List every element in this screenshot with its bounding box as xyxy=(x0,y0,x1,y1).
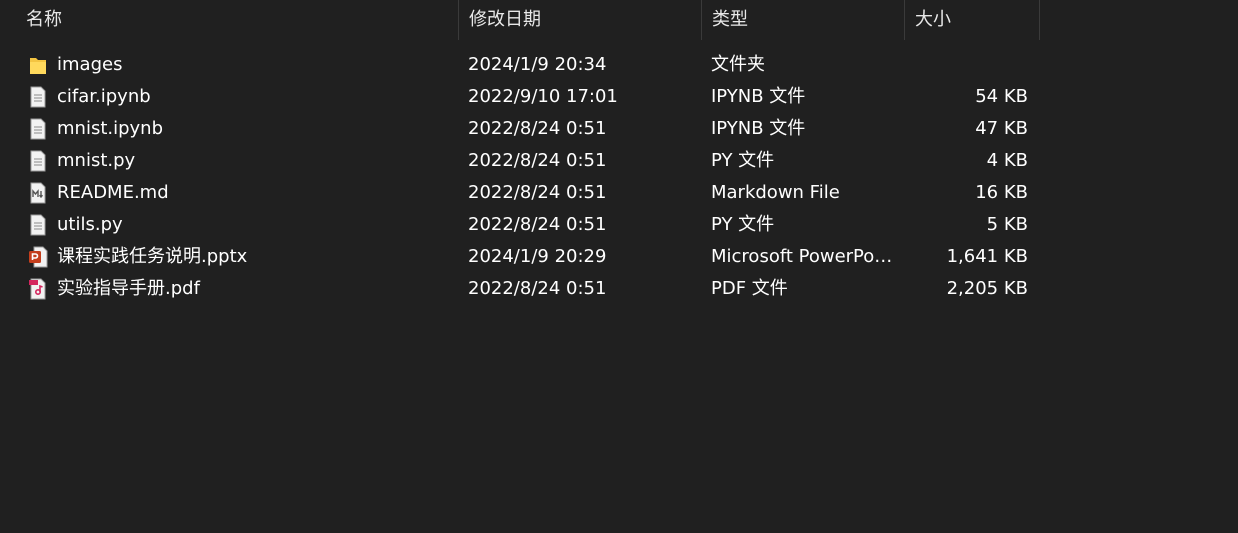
file-size: 16 KB xyxy=(975,182,1028,203)
file-date: 2024/1/9 20:34 xyxy=(468,54,607,75)
generic-file-icon xyxy=(28,81,50,113)
file-row[interactable]: images 2024/1/9 20:34 文件夹 xyxy=(0,49,1238,81)
file-name: README.md xyxy=(57,182,169,203)
file-date: 2022/8/24 0:51 xyxy=(468,150,607,171)
file-row[interactable]: README.md 2022/8/24 0:51 Markdown File 1… xyxy=(0,177,1238,209)
file-name: 课程实践任务说明.pptx xyxy=(57,246,248,267)
column-header-bar: ⌃ 名称 修改日期 类型 大小 xyxy=(0,0,1238,40)
file-date: 2022/8/24 0:51 xyxy=(468,278,607,299)
folder-icon xyxy=(28,49,50,81)
file-date: 2024/1/9 20:29 xyxy=(468,246,607,267)
file-name: mnist.ipynb xyxy=(57,118,164,139)
markdown-file-icon xyxy=(28,177,50,209)
powerpoint-file-icon xyxy=(28,241,50,273)
generic-file-icon xyxy=(28,209,50,241)
file-row[interactable]: cifar.ipynb 2022/9/10 17:01 IPYNB 文件 54 … xyxy=(0,81,1238,113)
file-date: 2022/8/24 0:51 xyxy=(468,214,607,235)
file-type: 文件夹 xyxy=(711,54,765,75)
file-row[interactable]: mnist.ipynb 2022/8/24 0:51 IPYNB 文件 47 K… xyxy=(0,113,1238,145)
generic-file-icon xyxy=(28,145,50,177)
pdf-file-icon xyxy=(28,273,50,305)
column-header-size[interactable]: 大小 xyxy=(905,0,1040,40)
column-header-name[interactable]: 名称 xyxy=(16,0,459,40)
file-row[interactable]: utils.py 2022/8/24 0:51 PY 文件 5 KB xyxy=(0,209,1238,241)
file-list: images 2024/1/9 20:34 文件夹 cifar.ipynb 20… xyxy=(0,49,1238,305)
file-type: IPYNB 文件 xyxy=(711,86,806,107)
file-row[interactable]: 实验指导手册.pdf 2022/8/24 0:51 PDF 文件 2,205 K… xyxy=(0,273,1238,305)
file-size: 4 KB xyxy=(986,150,1028,171)
column-header-type[interactable]: 类型 xyxy=(702,0,905,40)
file-type: Markdown File xyxy=(711,182,840,203)
file-type: PY 文件 xyxy=(711,214,775,235)
file-type: PDF 文件 xyxy=(711,278,788,299)
file-size: 47 KB xyxy=(975,118,1028,139)
file-type: PY 文件 xyxy=(711,150,775,171)
file-name: cifar.ipynb xyxy=(57,86,151,107)
file-name: utils.py xyxy=(57,214,123,235)
file-size: 1,641 KB xyxy=(946,246,1028,267)
file-date: 2022/8/24 0:51 xyxy=(468,182,607,203)
file-row[interactable]: mnist.py 2022/8/24 0:51 PY 文件 4 KB xyxy=(0,145,1238,177)
file-date: 2022/8/24 0:51 xyxy=(468,118,607,139)
file-type: IPYNB 文件 xyxy=(711,118,806,139)
file-type: Microsoft PowerPoi... xyxy=(711,246,896,267)
file-date: 2022/9/10 17:01 xyxy=(468,86,618,107)
generic-file-icon xyxy=(28,113,50,145)
file-row[interactable]: 课程实践任务说明.pptx 2024/1/9 20:29 Microsoft P… xyxy=(0,241,1238,273)
file-name: mnist.py xyxy=(57,150,136,171)
file-name: 实验指导手册.pdf xyxy=(57,278,200,299)
column-header-date-modified[interactable]: 修改日期 xyxy=(459,0,702,40)
file-size: 5 KB xyxy=(986,214,1028,235)
file-size: 2,205 KB xyxy=(946,278,1028,299)
file-size: 54 KB xyxy=(975,86,1028,107)
file-name: images xyxy=(57,54,123,75)
file-size xyxy=(905,49,1028,81)
